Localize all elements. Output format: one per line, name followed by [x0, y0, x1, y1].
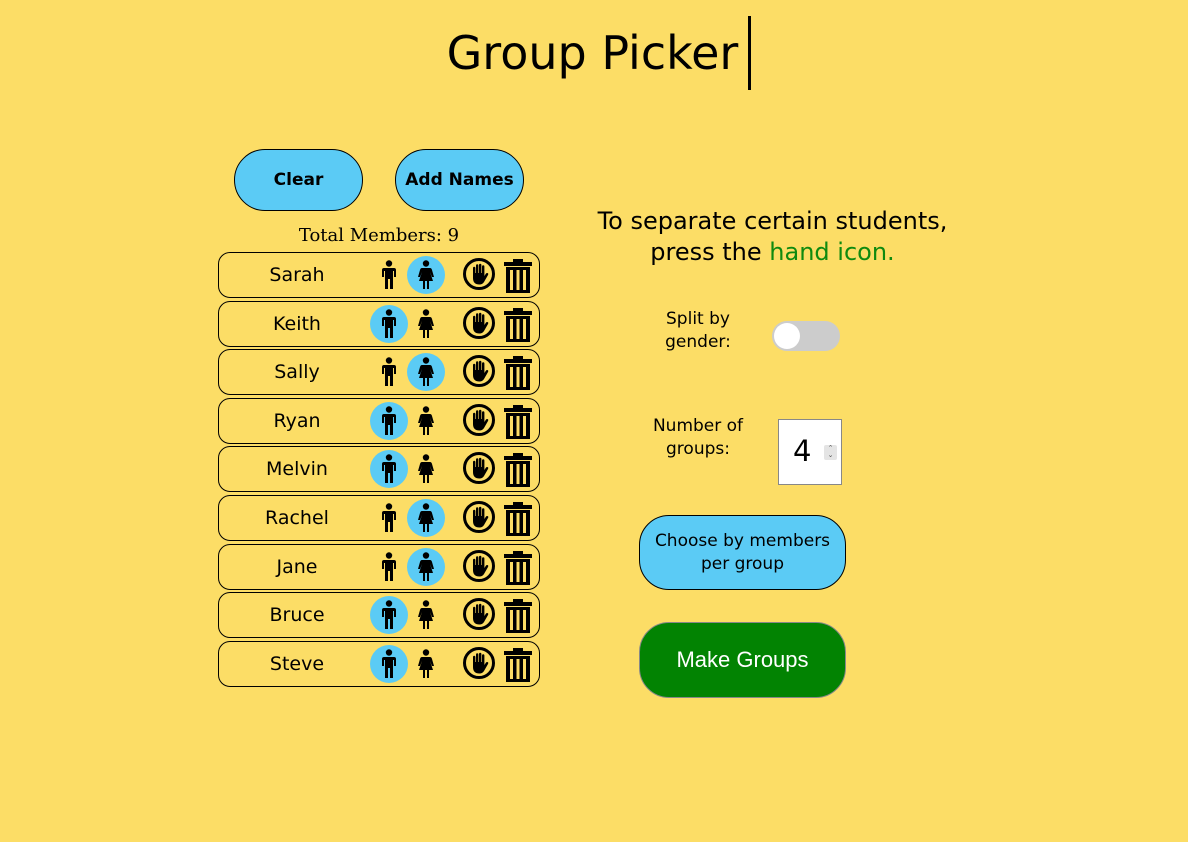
female-icon[interactable]	[407, 596, 445, 634]
member-row: Melvin	[218, 446, 540, 493]
member-row: Keith	[218, 300, 540, 347]
member-name: Ryan	[273, 409, 321, 432]
female-icon[interactable]	[407, 305, 445, 343]
trash-icon[interactable]	[504, 550, 532, 585]
clear-button[interactable]: Clear	[234, 149, 363, 211]
number-of-groups-input[interactable]: 4 ⌃ ⌄	[778, 419, 842, 485]
hand-icon[interactable]	[463, 403, 495, 436]
trash-icon[interactable]	[504, 307, 532, 342]
hand-icon[interactable]	[463, 355, 495, 388]
make-groups-button[interactable]: Make Groups	[639, 622, 846, 698]
instructions-line2-prefix: press the	[650, 238, 770, 266]
page-title: Group Picker	[447, 16, 752, 90]
total-members: Total Members: 9	[298, 225, 460, 246]
female-icon[interactable]	[407, 498, 445, 537]
member-row: Sally	[218, 349, 540, 396]
hand-icon[interactable]	[463, 500, 495, 533]
member-name: Rachel	[265, 506, 329, 529]
female-icon[interactable]	[407, 402, 445, 440]
member-name: Keith	[273, 312, 321, 335]
female-icon[interactable]	[407, 645, 445, 683]
split-by-gender-label: Split by gender:	[665, 309, 731, 352]
member-row: Bruce	[218, 592, 540, 639]
male-icon[interactable]	[370, 256, 408, 294]
member-name: Sally	[274, 361, 320, 384]
male-icon[interactable]	[370, 450, 408, 489]
hand-icon[interactable]	[463, 549, 495, 582]
male-icon[interactable]	[370, 596, 408, 635]
spinner-arrows-icon[interactable]: ⌃ ⌄	[824, 445, 837, 460]
male-icon[interactable]	[370, 644, 408, 683]
trash-icon[interactable]	[504, 647, 532, 682]
male-icon[interactable]	[370, 401, 408, 440]
member-name: Steve	[269, 652, 325, 675]
header: Group Picker	[0, 16, 1188, 90]
female-icon[interactable]	[407, 353, 445, 392]
member-row: Steve	[218, 640, 540, 687]
hand-icon[interactable]	[463, 452, 495, 485]
trash-icon[interactable]	[504, 404, 532, 439]
hand-icon[interactable]	[463, 646, 495, 679]
male-icon[interactable]	[370, 499, 408, 537]
female-icon[interactable]	[407, 256, 445, 294]
trash-icon[interactable]	[504, 501, 532, 536]
hand-icon[interactable]	[463, 306, 495, 339]
trash-icon[interactable]	[504, 259, 532, 293]
member-name: Bruce	[269, 604, 325, 627]
hand-icon[interactable]	[463, 258, 495, 290]
instructions-highlight: hand icon.	[769, 238, 895, 266]
trash-icon[interactable]	[504, 356, 532, 391]
member-row: Rachel	[218, 494, 540, 541]
split-by-gender-toggle[interactable]	[772, 321, 840, 351]
female-icon[interactable]	[407, 450, 445, 488]
male-icon[interactable]	[370, 548, 408, 586]
instructions: To separate certain students, press the …	[560, 206, 985, 268]
member-row: Ryan	[218, 397, 540, 444]
member-list: Sarah Keith Sally Ryan Melvin Rachel Jane Bruce…	[218, 252, 540, 689]
trash-icon[interactable]	[504, 453, 532, 488]
male-icon[interactable]	[370, 353, 408, 391]
add-names-button[interactable]: Add Names	[395, 149, 524, 211]
member-name: Jane	[276, 555, 318, 578]
instructions-line1: To separate certain students,	[597, 207, 948, 235]
member-row: Jane	[218, 543, 540, 590]
member-name: Sarah	[269, 264, 325, 286]
member-name: Melvin	[266, 458, 328, 481]
hand-icon[interactable]	[463, 598, 495, 631]
number-of-groups-label: Number of groups:	[652, 416, 744, 459]
male-icon[interactable]	[370, 304, 408, 343]
female-icon[interactable]	[407, 547, 445, 586]
toggle-knob	[774, 323, 800, 349]
number-of-groups-value: 4	[793, 434, 812, 468]
member-row: Sarah	[218, 252, 540, 298]
trash-icon[interactable]	[504, 599, 532, 634]
choose-by-members-button[interactable]: Choose by members per group	[639, 515, 846, 590]
